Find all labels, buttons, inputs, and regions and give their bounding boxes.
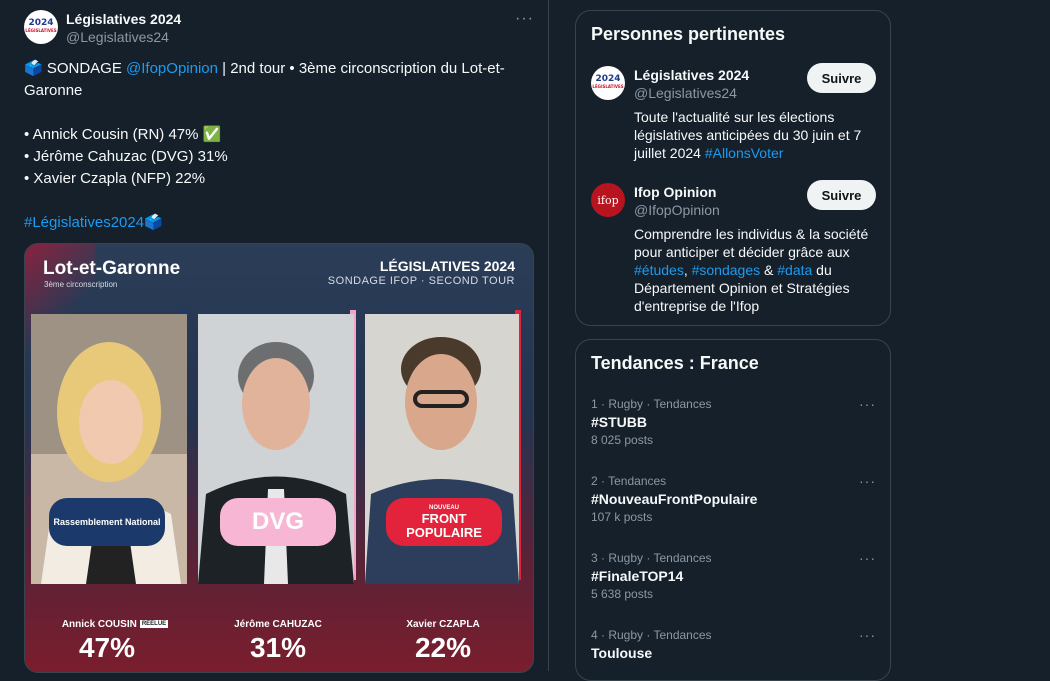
candidate-name-text: Annick COUSIN xyxy=(61,619,137,630)
party-name: FRONT POPULAIRE xyxy=(406,510,482,540)
tweet[interactable]: 2024 LÉGISLATIVES Législatives 2024 @Legi… xyxy=(24,10,534,234)
avatar-logo: 2024 LÉGISLATIVES xyxy=(25,19,56,35)
avatar[interactable]: ifop xyxy=(591,183,625,217)
trend-posts: 8 025 posts xyxy=(591,433,654,447)
hashtag-link[interactable]: #Législatives2024 xyxy=(24,214,144,231)
tweet-line1-prefix: 🗳️ SONDAGE xyxy=(24,60,127,77)
more-options-icon[interactable]: ··· xyxy=(515,10,534,28)
trend-meta: 3 · Rugby · Tendances xyxy=(591,551,712,565)
party-name: Rassemblement National xyxy=(53,517,161,527)
trend-posts: 107 k posts xyxy=(591,510,653,524)
candidate-name: Jérôme CAHUZAC xyxy=(234,619,322,630)
panel-title: Personnes pertinentes xyxy=(591,24,786,44)
ifop-logo: ifop xyxy=(597,193,619,207)
display-name[interactable]: Législatives 2024 xyxy=(66,10,181,28)
person-card[interactable]: 2024 LÉGISLATIVES Législatives 2024 @Legi… xyxy=(591,63,876,176)
poll-image[interactable]: Lot-et-Garonne 3ème circonscription LÉGI… xyxy=(24,243,534,673)
more-options-icon[interactable]: ··· xyxy=(859,396,876,412)
party-badge-rn: Rassemblement National xyxy=(49,498,165,546)
person-name[interactable]: Législatives 2024 xyxy=(634,66,749,84)
trends-panel: Tendances : France 1 · Rugby · Tendances… xyxy=(575,339,891,681)
hashtag-emoji: 🗳️ xyxy=(144,214,163,231)
avatar[interactable]: 2024 LÉGISLATIVES xyxy=(591,66,625,100)
more-options-icon[interactable]: ··· xyxy=(859,473,876,489)
trend-item[interactable]: 2 · Tendances #NouveauFrontPopulaire 107… xyxy=(591,473,876,525)
tweet-bullet: • Annick Cousin (RN) 47% ✅ xyxy=(24,126,222,143)
tweet-line1: 🗳️ SONDAGE @IfopOpinion | 2nd tour • 3èm… xyxy=(24,58,534,80)
hashtag-link[interactable]: #AllonsVoter xyxy=(705,145,784,161)
trend-posts: 5 638 posts xyxy=(591,587,654,601)
candidate-percent: 22% xyxy=(414,632,472,663)
hashtag-link[interactable]: #études xyxy=(634,262,684,278)
candidate-name: Xavier CZAPLA xyxy=(406,619,480,630)
trend-name[interactable]: Toulouse xyxy=(591,643,876,663)
party-badge-nfp: NOUVEAU FRONT POPULAIRE xyxy=(386,498,502,546)
trend-meta: 2 · Tendances xyxy=(591,474,667,488)
hashtag-link[interactable]: #sondages xyxy=(692,262,761,278)
avatar-sub: LÉGISLATIVES xyxy=(25,28,57,33)
mention-link[interactable]: @IfopOpinion xyxy=(126,60,218,77)
tweet-line1-rest: | 2nd tour • 3ème circonscription du Lot… xyxy=(217,60,505,77)
more-options-icon[interactable]: ··· xyxy=(859,550,876,566)
relevant-people-panel: Personnes pertinentes 2024 LÉGISLATIVES L… xyxy=(575,10,891,326)
image-subtitle: SONDAGE IFOP · SECOND TOUR xyxy=(327,275,515,287)
trend-meta: 4 · Rugby · Tendances xyxy=(591,628,712,642)
candidate-percent: 31% xyxy=(249,632,307,663)
hashtag-link[interactable]: #data xyxy=(777,262,812,278)
party-badge-dvg: DVG xyxy=(220,498,336,546)
person-bio: Toute l'actualité sur les élections légi… xyxy=(634,108,874,162)
person-card[interactable]: ifop Ifop Opinion @IfopOpinion Suivre Co… xyxy=(591,180,876,315)
follow-button[interactable]: Suivre xyxy=(807,180,876,210)
trend-item[interactable]: 1 · Rugby · Tendances #STUBB 8 025 posts… xyxy=(591,396,876,448)
follow-button[interactable]: Suivre xyxy=(807,63,876,93)
person-handle[interactable]: @Legislatives24 xyxy=(634,84,749,102)
trend-name[interactable]: #STUBB xyxy=(591,412,876,432)
handle[interactable]: @Legislatives24 xyxy=(66,28,181,46)
more-options-icon[interactable]: ··· xyxy=(859,627,876,643)
avatar-logo: 2024 LÉGISLATIVES xyxy=(592,75,623,91)
circonscription-label: 3ème circonscription xyxy=(44,280,118,289)
trend-name[interactable]: #NouveauFrontPopulaire xyxy=(591,489,876,509)
panel-title: Tendances : France xyxy=(591,353,759,373)
tweet-bullet: • Xavier Czapla (NFP) 22% xyxy=(24,170,206,187)
person-handle[interactable]: @IfopOpinion xyxy=(634,201,720,219)
bio-text: Comprendre les individus & la société po… xyxy=(634,226,869,260)
main-column: 2024 LÉGISLATIVES Législatives 2024 @Legi… xyxy=(0,0,549,673)
trend-item[interactable]: 3 · Rugby · Tendances #FinaleTOP14 5 638… xyxy=(591,550,876,602)
department-title: Lot-et-Garonne xyxy=(43,258,181,279)
bio-sep: , xyxy=(683,262,692,278)
image-title: LÉGISLATIVES 2024 xyxy=(379,258,515,274)
person-bio: Comprendre les individus & la société po… xyxy=(634,225,874,315)
trend-name[interactable]: #FinaleTOP14 xyxy=(591,566,876,586)
tweet-bullet: • Jérôme Cahuzac (DVG) 31% xyxy=(24,148,228,165)
person-name[interactable]: Ifop Opinion xyxy=(634,183,720,201)
bio-sep: & xyxy=(760,262,778,278)
candidate-name: Annick COUSIN RÉÉLUE xyxy=(45,619,185,630)
trend-item[interactable]: 4 · Rugby · Tendances Toulouse ··· xyxy=(591,627,876,663)
avatar[interactable]: 2024 LÉGISLATIVES xyxy=(24,10,58,44)
reelected-badge: RÉÉLUE xyxy=(139,620,169,629)
avatar-sub: LÉGISLATIVES xyxy=(592,84,624,89)
tweet-header: 2024 LÉGISLATIVES Législatives 2024 @Legi… xyxy=(24,10,534,46)
tweet-text: 🗳️ SONDAGE @IfopOpinion | 2nd tour • 3èm… xyxy=(24,58,534,234)
trend-meta: 1 · Rugby · Tendances xyxy=(591,397,712,411)
candidate-percent: 47% xyxy=(78,632,136,663)
tweet-line2: Garonne xyxy=(24,82,83,99)
